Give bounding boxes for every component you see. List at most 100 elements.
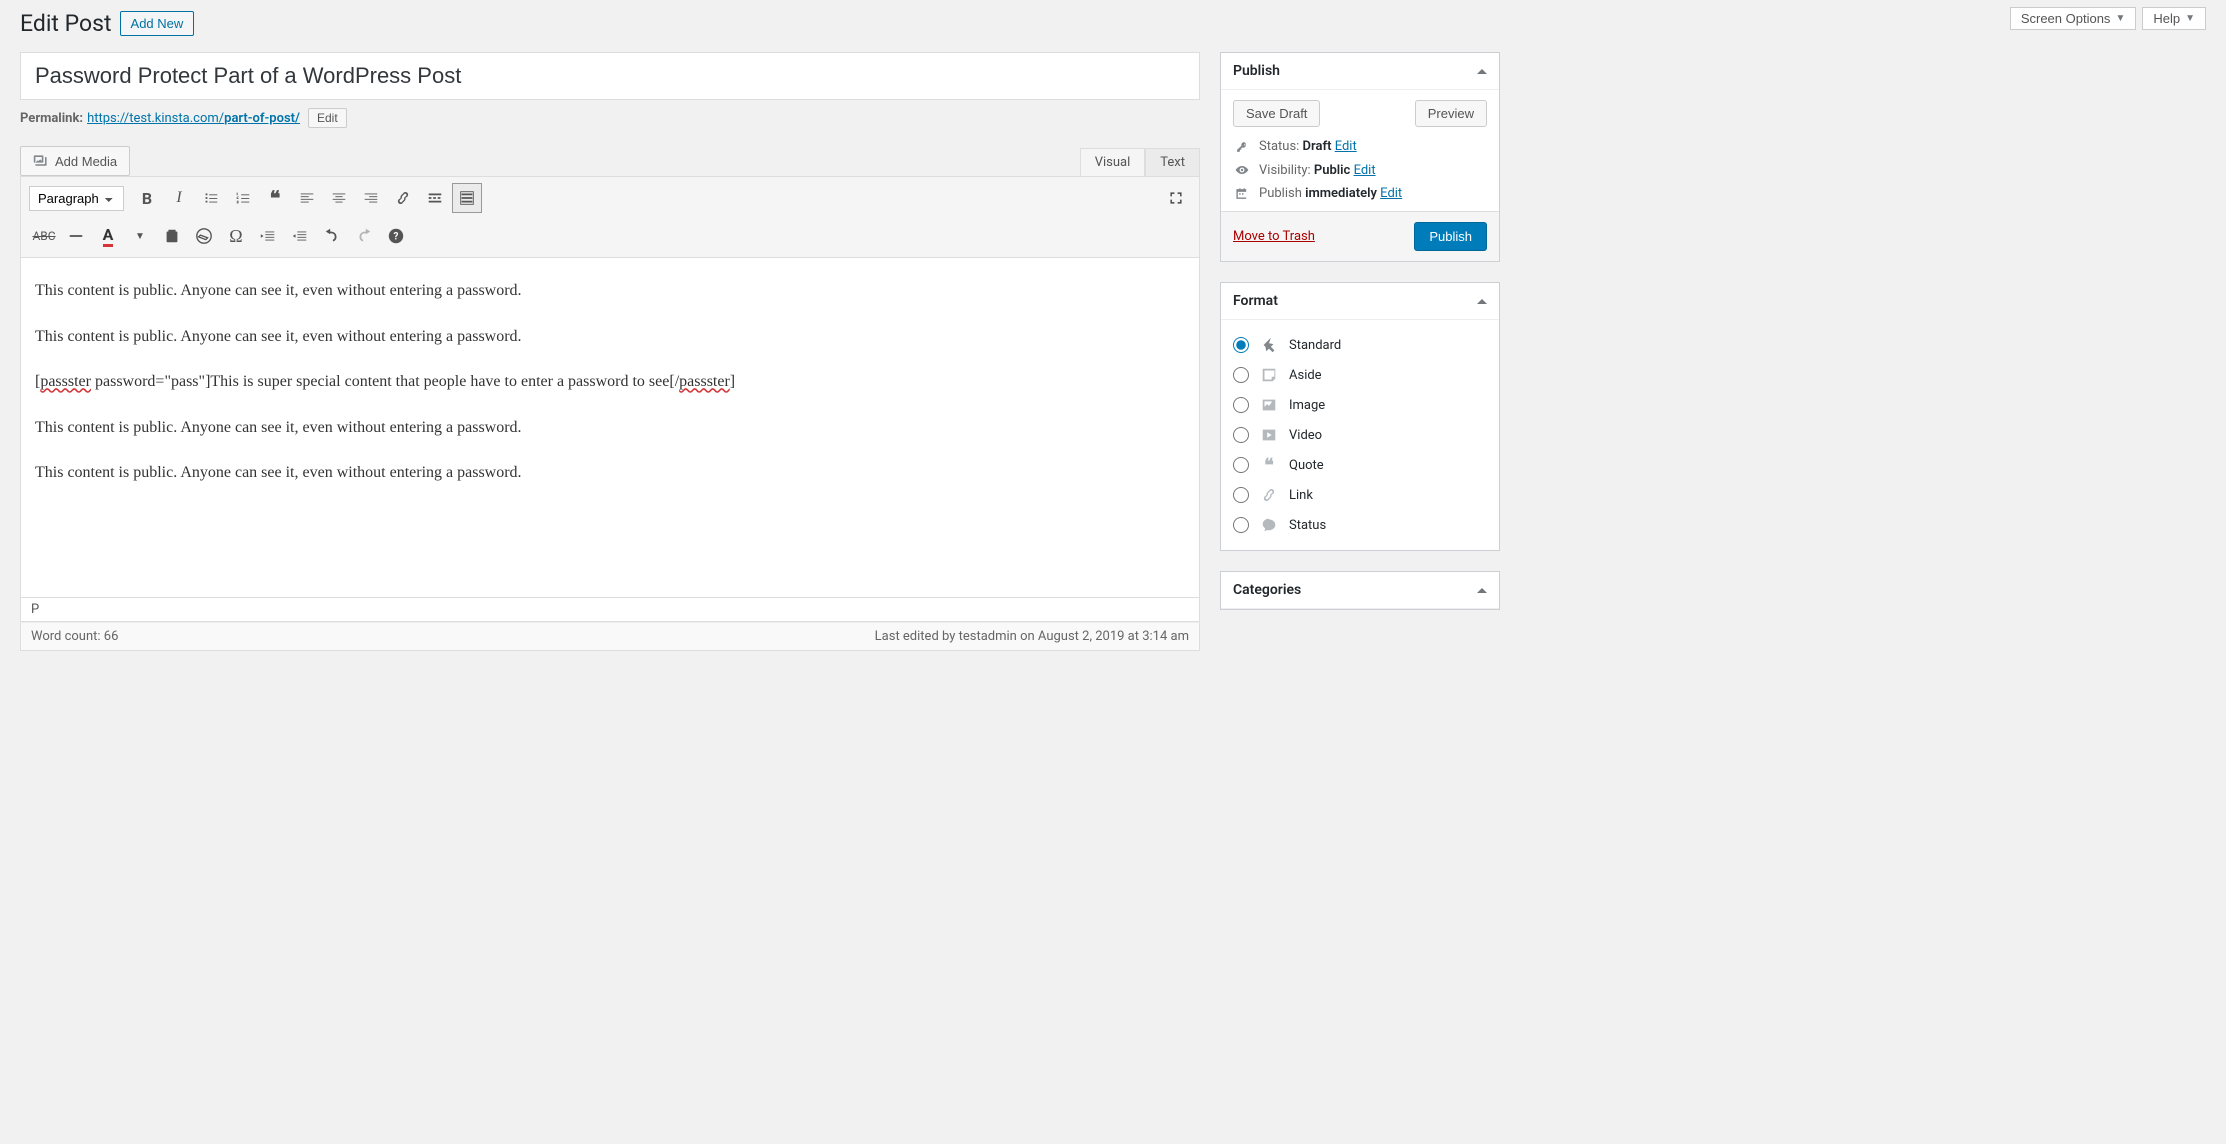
svg-text:?: ? bbox=[394, 232, 399, 243]
format-label: Link bbox=[1289, 488, 1313, 503]
format-icon bbox=[1259, 395, 1279, 415]
last-edited: Last edited by testadmin on August 2, 20… bbox=[875, 629, 1189, 644]
eye-icon bbox=[1233, 162, 1251, 178]
link-button[interactable] bbox=[388, 183, 418, 213]
format-icon bbox=[1259, 515, 1279, 535]
format-icon: ❝ bbox=[1259, 455, 1279, 475]
paste-text-button[interactable] bbox=[157, 221, 187, 251]
format-box-header[interactable]: Format bbox=[1221, 283, 1499, 320]
add-new-button[interactable]: Add New bbox=[120, 11, 195, 36]
format-item-image[interactable]: Image bbox=[1233, 390, 1487, 420]
format-radio[interactable] bbox=[1233, 487, 1249, 503]
help-button[interactable]: Help ▼ bbox=[2142, 7, 2206, 30]
format-item-video[interactable]: Video bbox=[1233, 420, 1487, 450]
outdent-button[interactable] bbox=[253, 221, 283, 251]
special-char-button[interactable]: Ω bbox=[221, 221, 251, 251]
textcolor-button[interactable]: A bbox=[93, 221, 123, 251]
collapse-icon bbox=[1477, 299, 1487, 304]
format-icon bbox=[1259, 485, 1279, 505]
quote-button[interactable]: ❝ bbox=[260, 183, 290, 213]
visibility-row: Visibility: Public Edit bbox=[1233, 162, 1487, 178]
format-item-link[interactable]: Link bbox=[1233, 480, 1487, 510]
categories-box-header[interactable]: Categories bbox=[1221, 572, 1499, 609]
format-item-quote[interactable]: ❝Quote bbox=[1233, 450, 1487, 480]
help-button-toolbar[interactable]: ? bbox=[381, 221, 411, 251]
align-left-button[interactable] bbox=[292, 183, 322, 213]
calendar-icon bbox=[1233, 187, 1251, 201]
format-radio[interactable] bbox=[1233, 427, 1249, 443]
number-list-button[interactable] bbox=[228, 183, 258, 213]
collapse-icon bbox=[1477, 588, 1487, 593]
content-editor[interactable]: This content is public. Anyone can see i… bbox=[20, 258, 1200, 598]
tab-visual[interactable]: Visual bbox=[1080, 148, 1146, 176]
format-icon bbox=[1259, 425, 1279, 445]
edit-status-link[interactable]: Edit bbox=[1335, 139, 1357, 154]
tab-text[interactable]: Text bbox=[1145, 148, 1200, 176]
publish-date-row: Publish immediately Edit bbox=[1233, 186, 1487, 201]
format-radio[interactable] bbox=[1233, 367, 1249, 383]
hr-button[interactable] bbox=[61, 221, 91, 251]
screen-options-button[interactable]: Screen Options ▼ bbox=[2010, 7, 2137, 30]
element-path: P bbox=[20, 598, 1200, 622]
key-icon bbox=[1233, 140, 1251, 154]
bold-button[interactable]: B bbox=[132, 183, 162, 213]
format-radio[interactable] bbox=[1233, 457, 1249, 473]
strikethrough-button[interactable]: ABC bbox=[29, 221, 59, 251]
edit-visibility-link[interactable]: Edit bbox=[1354, 163, 1376, 178]
format-label: Status bbox=[1289, 518, 1326, 533]
format-label: Standard bbox=[1289, 338, 1341, 353]
add-media-button[interactable]: Add Media bbox=[20, 146, 130, 176]
content-paragraph: This content is public. Anyone can see i… bbox=[35, 415, 1185, 441]
format-select[interactable]: Paragraph bbox=[29, 186, 124, 211]
chevron-down-icon: ▼ bbox=[2115, 13, 2125, 24]
format-item-standard[interactable]: Standard bbox=[1233, 330, 1487, 360]
preview-button[interactable]: Preview bbox=[1415, 100, 1487, 127]
align-right-button[interactable] bbox=[356, 183, 386, 213]
content-paragraph: This content is public. Anyone can see i… bbox=[35, 278, 1185, 304]
permalink-link[interactable]: https://test.kinsta.com/part-of-post/ bbox=[87, 111, 300, 126]
permalink-label: Permalink: bbox=[20, 111, 83, 126]
collapse-icon bbox=[1477, 69, 1487, 74]
word-count: Word count: 66 bbox=[31, 629, 118, 644]
indent-button[interactable] bbox=[285, 221, 315, 251]
move-to-trash-link[interactable]: Move to Trash bbox=[1233, 229, 1315, 244]
format-icon bbox=[1259, 335, 1279, 355]
format-radio[interactable] bbox=[1233, 397, 1249, 413]
format-item-aside[interactable]: Aside bbox=[1233, 360, 1487, 390]
permalink-row: Permalink: https://test.kinsta.com/part-… bbox=[20, 108, 1200, 128]
format-box: Format Standard Aside Image Video ❝Quote Link… bbox=[1220, 282, 1500, 551]
format-item-status[interactable]: Status bbox=[1233, 510, 1487, 540]
align-center-button[interactable] bbox=[324, 183, 354, 213]
textcolor-picker-button[interactable]: ▼ bbox=[125, 221, 155, 251]
page-title: Edit Post bbox=[20, 10, 112, 37]
status-row: Status: Draft Edit bbox=[1233, 139, 1487, 154]
publish-box-header[interactable]: Publish bbox=[1221, 53, 1499, 90]
bullet-list-button[interactable] bbox=[196, 183, 226, 213]
format-label: Aside bbox=[1289, 368, 1322, 383]
categories-box: Categories bbox=[1220, 571, 1500, 610]
redo-button[interactable] bbox=[349, 221, 379, 251]
format-icon bbox=[1259, 365, 1279, 385]
media-icon bbox=[33, 153, 49, 169]
edit-date-link[interactable]: Edit bbox=[1380, 186, 1402, 201]
editor-toolbar: Paragraph B I ❝ bbox=[20, 176, 1200, 258]
clear-formatting-button[interactable] bbox=[189, 221, 219, 251]
format-radio[interactable] bbox=[1233, 337, 1249, 353]
format-radio[interactable] bbox=[1233, 517, 1249, 533]
format-label: Image bbox=[1289, 398, 1325, 413]
publish-box: Publish Save Draft Preview Status: Draft… bbox=[1220, 52, 1500, 262]
readmore-button[interactable] bbox=[420, 183, 450, 213]
undo-button[interactable] bbox=[317, 221, 347, 251]
content-paragraph: This content is public. Anyone can see i… bbox=[35, 324, 1185, 350]
format-label: Video bbox=[1289, 428, 1322, 443]
italic-button[interactable]: I bbox=[164, 183, 194, 213]
publish-button[interactable]: Publish bbox=[1414, 222, 1487, 251]
kitchen-sink-button[interactable] bbox=[452, 183, 482, 213]
fullscreen-button[interactable] bbox=[1161, 183, 1191, 213]
content-paragraph: This content is public. Anyone can see i… bbox=[35, 460, 1185, 486]
content-paragraph: [passster password="pass"]This is super … bbox=[35, 369, 1185, 395]
save-draft-button[interactable]: Save Draft bbox=[1233, 100, 1320, 127]
post-title-input[interactable] bbox=[20, 52, 1200, 100]
edit-permalink-button[interactable]: Edit bbox=[308, 108, 347, 128]
chevron-down-icon: ▼ bbox=[2185, 13, 2195, 24]
